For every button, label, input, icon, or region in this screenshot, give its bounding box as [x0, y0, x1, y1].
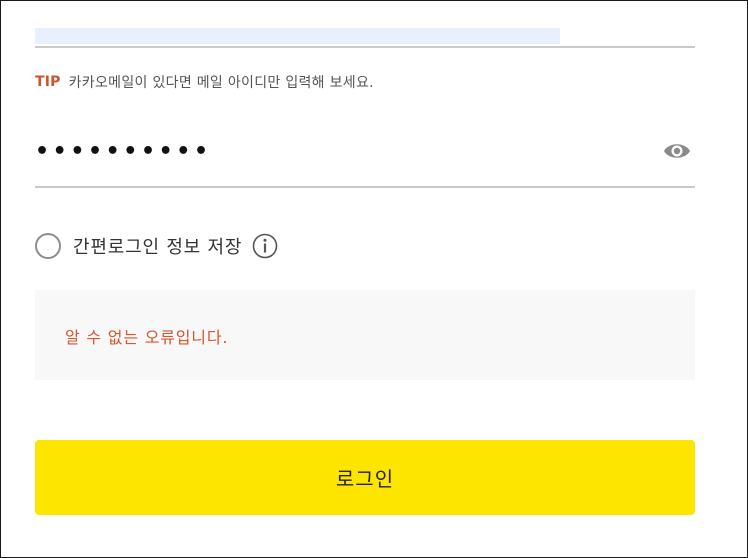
- keep-login-row: 간편로그인 정보 저장: [35, 228, 278, 264]
- id-field-autofill-highlight: [35, 28, 560, 44]
- error-message-box: 알 수 없는 오류입니다.: [35, 290, 695, 380]
- password-masked-value: ••••••••••: [35, 139, 212, 164]
- info-icon[interactable]: [252, 233, 278, 259]
- password-field[interactable]: ••••••••••: [35, 120, 695, 188]
- error-message: 알 수 없는 오류입니다.: [65, 328, 229, 347]
- keep-login-label[interactable]: 간편로그인 정보 저장: [73, 233, 242, 259]
- keep-login-radio[interactable]: [35, 233, 61, 259]
- login-button[interactable]: 로그인: [35, 440, 695, 515]
- tip-text: 카카오메일이 있다면 메일 아이디만 입력해 보세요.: [68, 75, 374, 91]
- id-field[interactable]: [35, 0, 695, 48]
- tip-row: TIP 카카오메일이 있다면 메일 아이디만 입력해 보세요.: [35, 71, 374, 93]
- eye-icon[interactable]: [663, 138, 691, 164]
- tip-label: TIP: [35, 74, 61, 90]
